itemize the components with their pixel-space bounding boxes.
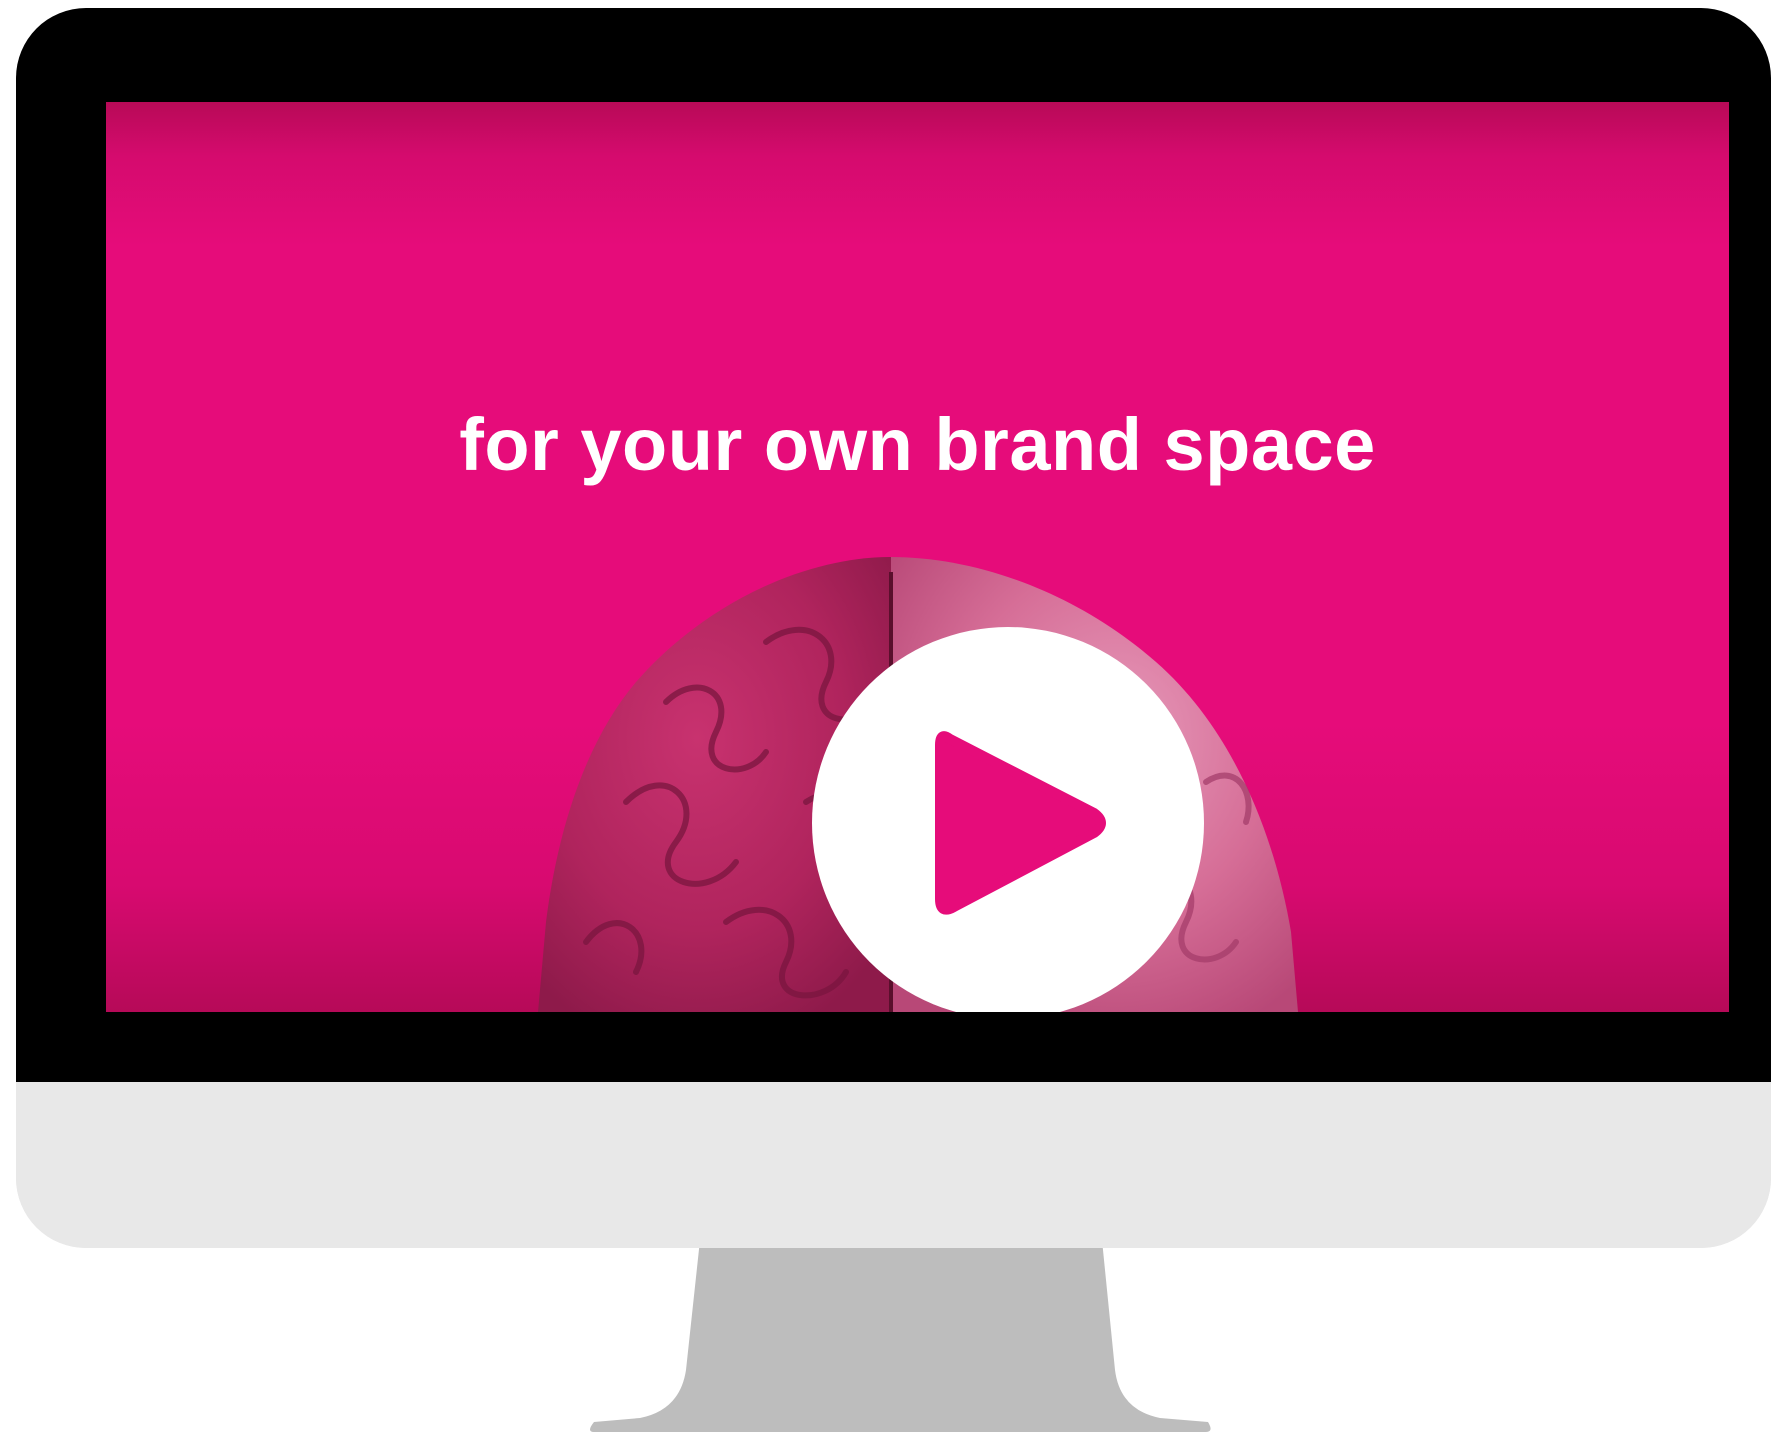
monitor-mockup: for your own brand space <box>0 0 1771 1432</box>
video-player[interactable]: for your own brand space <box>106 102 1729 1012</box>
play-button[interactable] <box>812 627 1204 1012</box>
monitor-chin <box>16 1082 1771 1248</box>
video-title: for your own brand space <box>459 403 1376 486</box>
monitor-body: for your own brand space <box>16 8 1771 1248</box>
play-icon <box>935 731 1106 915</box>
